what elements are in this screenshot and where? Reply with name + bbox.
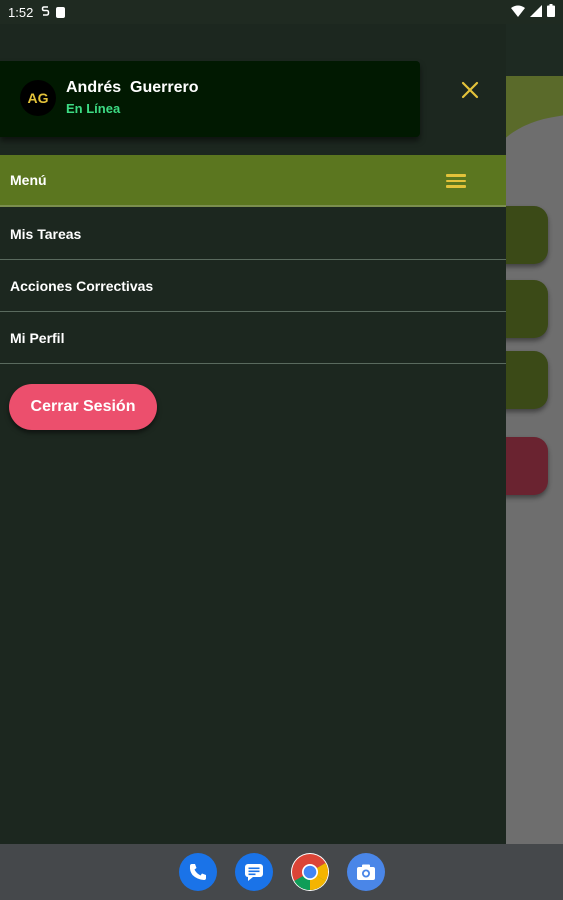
- profile-card: AG Andrés Guerrero En Línea: [0, 61, 420, 137]
- signal-icon: [530, 4, 542, 20]
- battery-icon: [547, 4, 555, 20]
- status-time: 1:52: [8, 4, 34, 20]
- close-icon: [461, 81, 479, 104]
- sd-card-icon: [56, 6, 66, 18]
- chrome-icon[interactable]: [290, 853, 329, 891]
- menu-header-label: Menú: [10, 172, 47, 188]
- logout-button[interactable]: Cerrar Sesión: [9, 384, 157, 430]
- menu-item-mi-perfil[interactable]: Mi Perfil: [0, 313, 506, 364]
- navigation-drawer: AG Andrés Guerrero En Línea Menú Mis Tar…: [0, 24, 506, 844]
- hamburger-icon[interactable]: [446, 172, 466, 190]
- menu-header[interactable]: Menú: [0, 155, 506, 207]
- menu-item-mis-tareas[interactable]: Mis Tareas: [0, 209, 506, 260]
- menu-item-label: Mis Tareas: [10, 226, 82, 242]
- background-card: [506, 280, 548, 338]
- messages-icon[interactable]: [234, 853, 273, 891]
- background-app-header: [506, 24, 563, 76]
- avatar: AG: [20, 80, 56, 116]
- background-card: [506, 437, 548, 495]
- user-status: En Línea: [66, 101, 121, 116]
- camera-icon[interactable]: [346, 853, 385, 891]
- dock: [0, 844, 563, 900]
- background-app[interactable]: [506, 24, 563, 844]
- menu-item-label: Mi Perfil: [10, 330, 65, 346]
- notification-s-icon: [41, 5, 50, 20]
- phone-icon[interactable]: [178, 853, 217, 891]
- menu-item-acciones-correctivas[interactable]: Acciones Correctivas: [0, 261, 506, 312]
- background-card: [506, 351, 548, 409]
- wifi-icon: [511, 5, 525, 20]
- menu-item-label: Acciones Correctivas: [10, 278, 154, 294]
- user-name: Andrés Guerrero: [66, 79, 199, 96]
- close-drawer-button[interactable]: [456, 78, 484, 106]
- status-bar: 1:52: [0, 0, 563, 24]
- background-card: [506, 206, 548, 264]
